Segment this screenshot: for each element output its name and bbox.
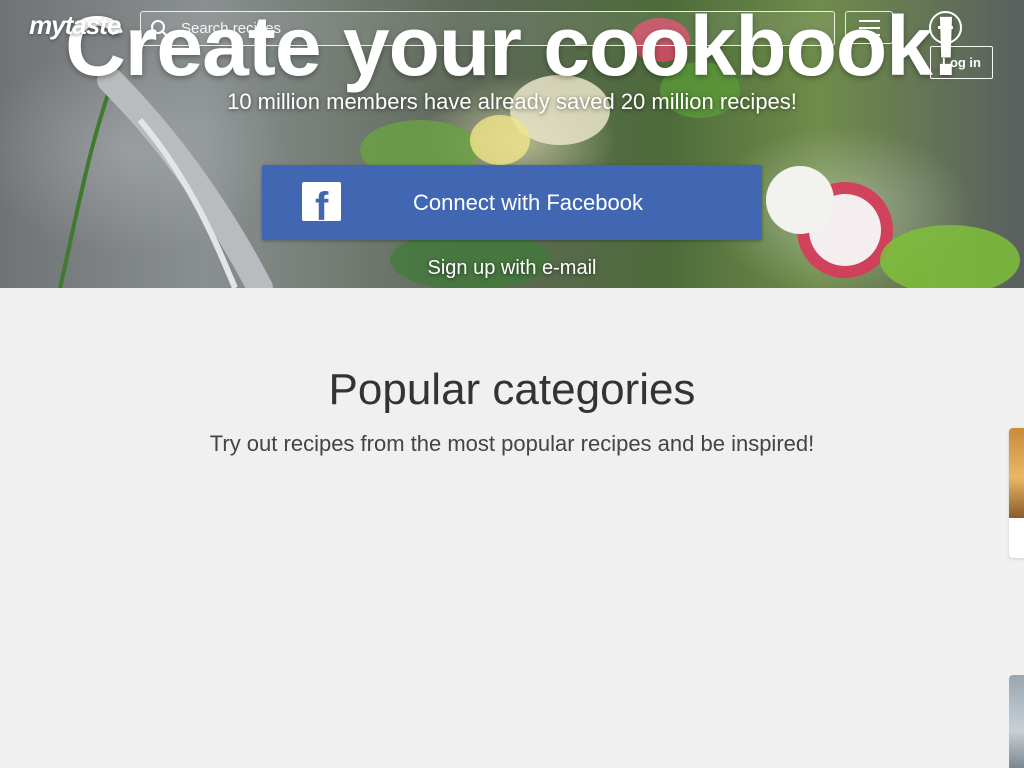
popular-categories-subtitle: Try out recipes from the most popular re…: [209, 431, 815, 456]
category-card-peek[interactable]: [1009, 428, 1024, 558]
category-card-peek[interactable]: [1009, 675, 1024, 768]
category-card-image: [1009, 675, 1024, 768]
hero-subtitle: 10 million members have already saved 20…: [227, 89, 797, 114]
connect-facebook-button[interactable]: f Connect with Facebook: [262, 165, 762, 240]
popular-categories-title: Popular categories: [328, 365, 696, 414]
facebook-button-label: Connect with Facebook: [413, 190, 643, 215]
search-bar[interactable]: [140, 11, 835, 46]
hero-banner: Create your cookbook! 10 million members…: [0, 0, 1024, 288]
facebook-icon: f: [302, 182, 341, 221]
search-input[interactable]: [181, 12, 821, 45]
login-button[interactable]: Log in: [930, 46, 993, 79]
site-logo[interactable]: mytaste: [29, 10, 121, 41]
signup-email-link[interactable]: Sign up with e-mail: [0, 257, 1024, 280]
search-icon: [151, 20, 169, 38]
menu-button[interactable]: [845, 11, 893, 44]
add-recipe-button[interactable]: [929, 11, 962, 44]
category-card-image: [1009, 428, 1024, 518]
